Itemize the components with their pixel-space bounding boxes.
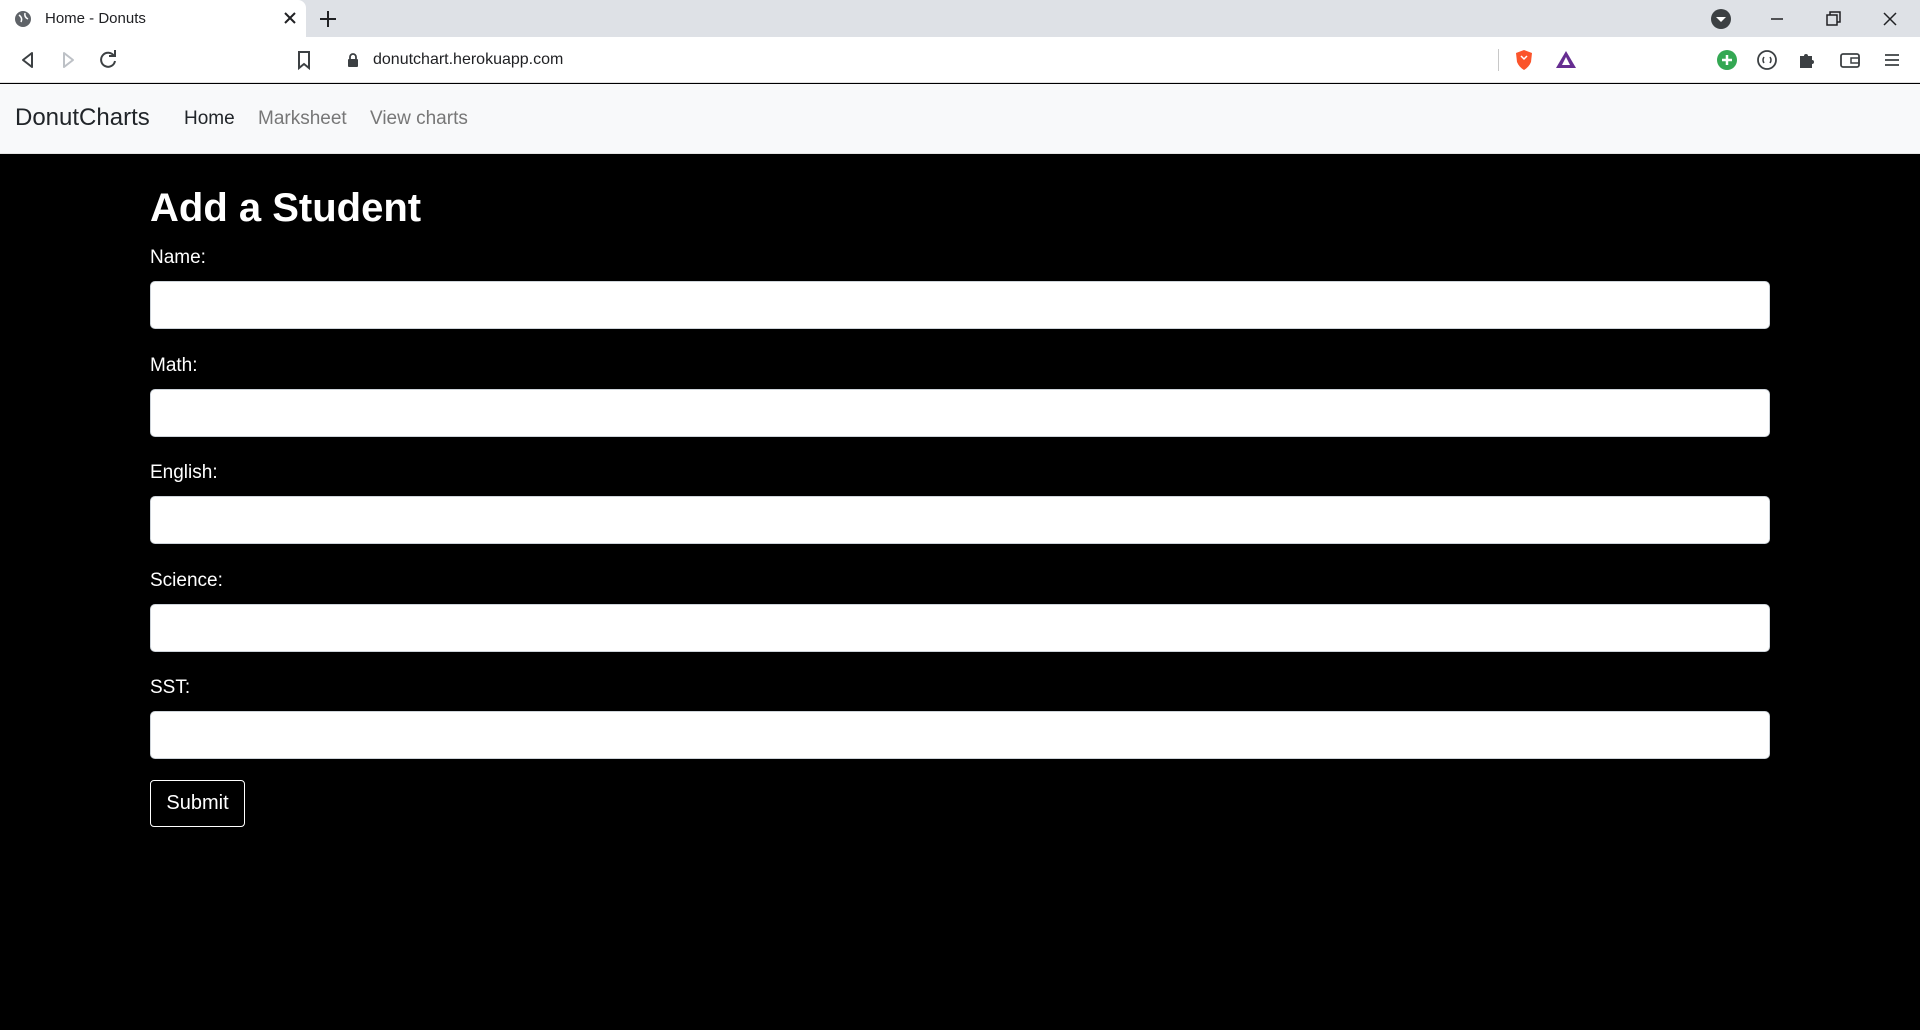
browser-tab[interactable]: Home - Donuts: [0, 0, 306, 37]
brave-shields-icon[interactable]: [1512, 48, 1536, 72]
nav-view-charts[interactable]: View charts: [370, 108, 468, 130]
wallet-icon[interactable]: [1838, 48, 1862, 72]
tab-search-icon[interactable]: [1707, 5, 1735, 33]
close-tab-icon[interactable]: [280, 8, 300, 28]
forward-icon[interactable]: [56, 48, 80, 72]
browser-toolbar: donutchart.herokuapp.com: [0, 37, 1920, 83]
close-window-icon[interactable]: [1876, 5, 1904, 33]
menu-icon[interactable]: [1880, 48, 1904, 72]
restore-icon[interactable]: [1819, 5, 1847, 33]
math-label: Math:: [150, 355, 198, 376]
url-text[interactable]: donutchart.herokuapp.com: [373, 51, 563, 69]
science-label: Science:: [150, 570, 223, 591]
tab-title: Home - Donuts: [45, 10, 146, 27]
omnibox-divider: [1498, 49, 1499, 71]
brave-rewards-icon[interactable]: [1554, 48, 1578, 72]
math-input[interactable]: [150, 389, 1770, 437]
submit-button[interactable]: Submit: [150, 780, 245, 827]
page-title: Add a Student: [150, 186, 422, 230]
reload-icon[interactable]: [96, 48, 120, 72]
nav-marksheet[interactable]: Marksheet: [258, 108, 347, 130]
site-navbar: DonutCharts Home Marksheet View charts: [0, 84, 1920, 154]
minimize-icon[interactable]: [1763, 5, 1791, 33]
english-label: English:: [150, 462, 218, 483]
tab-strip: Home - Donuts: [0, 0, 1920, 37]
bookmark-icon[interactable]: [292, 48, 316, 72]
address-bar[interactable]: donutchart.herokuapp.com: [330, 43, 1590, 77]
sst-input[interactable]: [150, 711, 1770, 759]
nav-home[interactable]: Home: [184, 108, 235, 130]
english-input[interactable]: [150, 496, 1770, 544]
science-input[interactable]: [150, 604, 1770, 652]
puzzle-icon[interactable]: [1795, 48, 1819, 72]
extension-icon[interactable]: [1755, 48, 1779, 72]
lock-icon[interactable]: [346, 52, 360, 68]
name-label: Name:: [150, 247, 206, 268]
globe-icon: [15, 11, 31, 27]
brand-link[interactable]: DonutCharts: [15, 104, 150, 132]
back-icon[interactable]: [16, 48, 40, 72]
new-tab-icon[interactable]: [316, 7, 340, 31]
add-extension-icon[interactable]: [1715, 48, 1739, 72]
sst-label: SST:: [150, 677, 191, 698]
name-input[interactable]: [150, 281, 1770, 329]
